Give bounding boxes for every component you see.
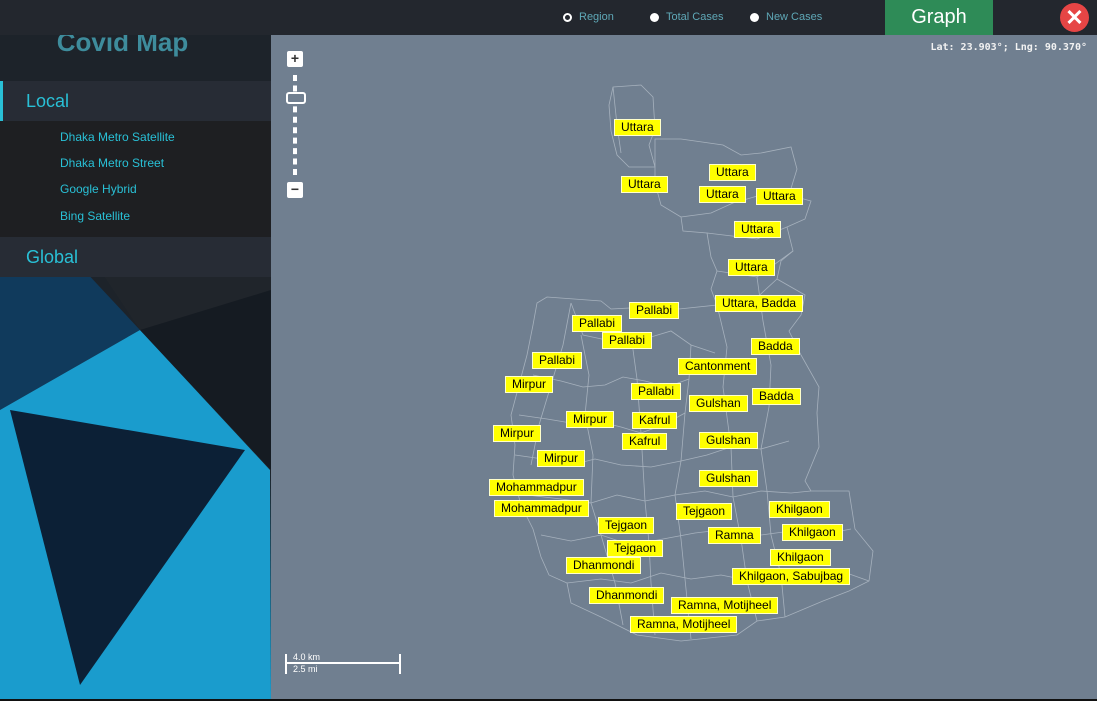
map-option-dhaka-metro-street[interactable]: Dhaka Metro Street xyxy=(60,156,164,170)
plus-icon: + xyxy=(290,50,300,66)
zoom-slider-handle[interactable] xyxy=(286,92,306,104)
region-label[interactable]: Kafrul xyxy=(622,433,668,450)
close-button[interactable]: ✕ xyxy=(1060,3,1089,32)
region-label[interactable]: Uttara xyxy=(709,164,756,181)
region-label[interactable]: Mirpur xyxy=(537,450,586,467)
scale-km: 4.0 km xyxy=(293,652,321,662)
radio-selected-icon xyxy=(563,12,572,22)
region-label[interactable]: Gulshan xyxy=(699,470,758,487)
region-label[interactable]: Badda xyxy=(751,338,800,355)
radio-region[interactable]: Region xyxy=(563,9,614,25)
region-label[interactable]: Mirpur xyxy=(505,376,554,393)
region-label[interactable]: Ramna, Motijheel xyxy=(630,616,738,633)
graph-button[interactable]: Graph xyxy=(885,0,993,35)
region-label[interactable]: Gulshan xyxy=(699,432,758,449)
region-label[interactable]: Pallabi xyxy=(631,383,682,400)
radio-label: New Cases xyxy=(766,11,823,23)
region-label[interactable]: Gulshan xyxy=(689,395,748,412)
radio-unselected-icon xyxy=(750,12,759,22)
region-label[interactable]: Pallabi xyxy=(629,302,680,319)
map-view[interactable]: Uttara Uttara Uttara Uttara Uttara Uttar… xyxy=(271,35,1097,699)
local-map-list: Dhaka Metro Satellite Dhaka Metro Street… xyxy=(0,121,271,237)
region-label[interactable]: Dhanmondi xyxy=(589,587,665,604)
region-label[interactable]: Mirpur xyxy=(493,425,542,442)
region-label[interactable]: Khilgaon, Sabujbag xyxy=(732,568,851,585)
map-option-dhaka-metro-satellite[interactable]: Dhaka Metro Satellite xyxy=(60,130,175,144)
region-label[interactable]: Khilgaon xyxy=(769,501,830,518)
region-label[interactable]: Pallabi xyxy=(602,332,653,349)
region-label[interactable]: Uttara xyxy=(614,119,661,136)
section-local[interactable]: Local xyxy=(0,81,271,121)
region-label[interactable]: Pallabi xyxy=(532,352,583,369)
radio-total-cases[interactable]: Total Cases xyxy=(650,9,723,25)
coordinate-readout: Lat: 23.903°; Lng: 90.370° xyxy=(930,42,1087,53)
zoom-out-button[interactable]: − xyxy=(287,182,303,198)
region-label[interactable]: Pallabi xyxy=(572,315,623,332)
minus-icon: − xyxy=(290,181,300,197)
map-option-bing-satellite[interactable]: Bing Satellite xyxy=(60,209,130,223)
region-label[interactable]: Ramna, Motijheel xyxy=(671,597,779,614)
top-bar: Region Total Cases New Cases Graph ✕ xyxy=(0,0,1097,35)
region-label[interactable]: Uttara xyxy=(728,259,775,276)
scale-bar: 4.0 km 2.5 mi xyxy=(285,652,401,674)
region-label[interactable]: Ramna xyxy=(708,527,761,544)
region-label[interactable]: Uttara xyxy=(756,188,803,205)
region-label[interactable]: Dhanmondi xyxy=(566,557,642,574)
sidebar: Covid Map Local Dhaka Metro Satellite Dh… xyxy=(0,0,271,701)
zoom-in-button[interactable]: + xyxy=(287,51,303,67)
region-label[interactable]: Khilgaon xyxy=(782,524,843,541)
region-label[interactable]: Tejgaon xyxy=(607,540,664,557)
region-label[interactable]: Mohammadpur xyxy=(494,500,589,517)
radio-unselected-icon xyxy=(650,12,659,22)
section-global[interactable]: Global xyxy=(0,237,271,277)
region-label[interactable]: Uttara xyxy=(734,221,781,238)
region-label[interactable]: Tejgaon xyxy=(676,503,733,520)
zoom-slider-track[interactable] xyxy=(293,75,297,175)
radio-label: Total Cases xyxy=(666,11,724,23)
region-label[interactable]: Uttara xyxy=(699,186,746,203)
region-label[interactable]: Tejgaon xyxy=(598,517,655,534)
map-option-google-hybrid[interactable]: Google Hybrid xyxy=(60,182,137,196)
region-label[interactable]: Kafrul xyxy=(632,412,678,429)
region-label[interactable]: Badda xyxy=(752,388,801,405)
radio-label: Region xyxy=(579,11,614,23)
radio-new-cases[interactable]: New Cases xyxy=(750,9,822,25)
region-label[interactable]: Uttara xyxy=(621,176,668,193)
region-label[interactable]: Uttara, Badda xyxy=(715,295,804,312)
region-label[interactable]: Cantonment xyxy=(678,358,758,375)
close-icon: ✕ xyxy=(1065,5,1084,30)
scale-mi: 2.5 mi xyxy=(293,664,318,674)
region-label[interactable]: Khilgaon xyxy=(770,549,831,566)
region-label[interactable]: Mirpur xyxy=(566,411,615,428)
region-label[interactable]: Mohammadpur xyxy=(489,479,584,496)
